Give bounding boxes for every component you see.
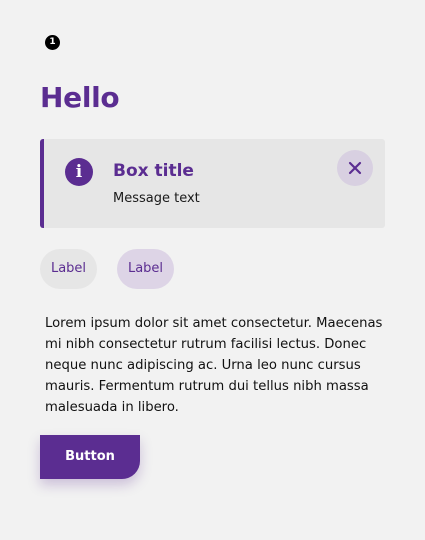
notification-message: Message text xyxy=(113,191,200,206)
info-notification: i Box title Message text xyxy=(40,139,385,228)
notification-title: Box title xyxy=(113,161,194,181)
chip-label-1[interactable]: Label xyxy=(40,249,97,289)
body-paragraph: Lorem ipsum dolor sit amet consectetur. … xyxy=(45,316,383,415)
primary-button[interactable]: Button xyxy=(40,435,140,479)
close-icon xyxy=(348,161,362,175)
close-button[interactable] xyxy=(337,150,373,186)
chip-label-2-selected[interactable]: Label xyxy=(117,249,174,289)
step-badge: 1 xyxy=(45,35,60,50)
info-icon: i xyxy=(65,158,93,186)
page-title: Hello xyxy=(40,81,120,114)
